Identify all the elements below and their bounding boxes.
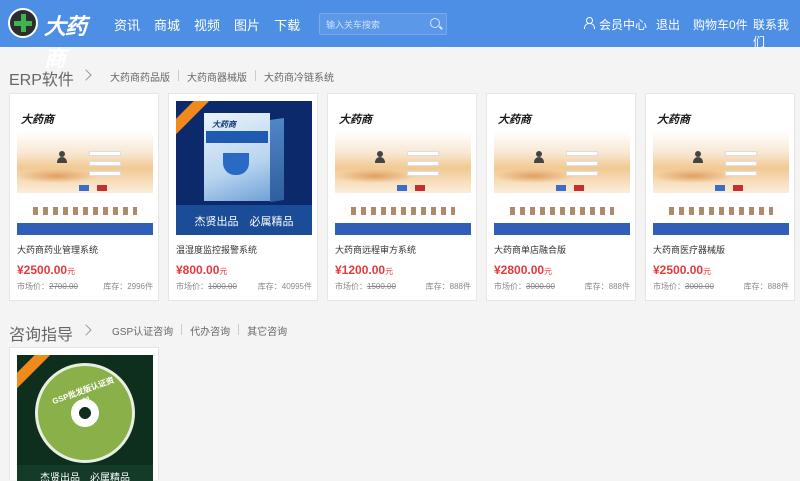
sub-link-drug-edition[interactable]: 大药商药品版 — [110, 69, 170, 84]
product-meta: 市场价：1000.00 库存：40995件 — [176, 282, 312, 291]
stock-count: 库存：888件 — [743, 282, 789, 291]
product-price: ¥1200.00元 — [335, 263, 394, 277]
product-thumbnail[interactable]: 大药商 — [335, 101, 471, 235]
cd-disc-icon — [35, 363, 135, 463]
thumb-logo: 大药商 — [21, 113, 54, 126]
person-icon — [375, 151, 385, 163]
member-center-link[interactable]: 会员中心 — [599, 16, 647, 33]
product-card[interactable]: 大药商 大药商远程审方系统 ¥1200.00元 市场价：1500.00 库存：8… — [327, 93, 477, 301]
logo-cross-icon — [8, 8, 38, 38]
contact-link[interactable]: 联系我们 — [753, 16, 800, 50]
nav-item-video[interactable]: 视频 — [194, 15, 220, 34]
erp-sub-links: 大药商药品版 大药商器械版 大药商冷链系统 — [110, 69, 334, 84]
nav-item-download[interactable]: 下载 — [274, 15, 300, 34]
product-card[interactable]: 大药商 大药商单店融合版 ¥2800.00元 市场价：3000.00 库存：88… — [486, 93, 636, 301]
product-meta: 市场价：3000.00 库存：888件 — [494, 282, 630, 291]
product-price: ¥2800.00元 — [494, 263, 553, 277]
search-icon[interactable] — [430, 18, 440, 28]
user-icon — [584, 17, 595, 29]
nav-item-news[interactable]: 资讯 — [114, 15, 140, 34]
logo-text: 大药商 — [44, 14, 87, 72]
product-name[interactable]: 温湿度监控报警系统 — [176, 243, 257, 256]
product-meta: 市场价：3000.00 库存：888件 — [653, 282, 789, 291]
product-meta: 市场价：2700.00 库存：2996件 — [17, 282, 153, 291]
person-icon — [693, 151, 703, 163]
product-thumbnail[interactable]: 大药商 — [494, 101, 630, 235]
divider — [255, 70, 256, 81]
market-price: 1000.00 — [208, 282, 237, 291]
divider — [181, 324, 183, 335]
thumb-slogan: 杰贤出品 必属精品 — [194, 216, 294, 228]
divider — [238, 324, 240, 335]
product-thumbnail[interactable]: 大药商 — [653, 101, 789, 235]
stock-count: 库存：2996件 — [103, 282, 153, 291]
chevron-right-icon[interactable] — [80, 324, 92, 336]
market-price: 3000.00 — [685, 282, 714, 291]
sub-link-cold-chain[interactable]: 大药商冷链系统 — [264, 69, 334, 84]
thumb-logo: 大药商 — [498, 113, 531, 126]
top-bar: 大药商 资讯 商城 视频 图片 下载 会员中心 退出 购物车0件 联系我们 — [0, 0, 800, 72]
person-icon — [534, 151, 544, 163]
nav-item-mall[interactable]: 商城 — [154, 15, 180, 34]
sub-link-device-edition[interactable]: 大药商器械版 — [187, 69, 247, 84]
product-card[interactable]: 大药商 大药商医疗器械版 ¥2500.00元 市场价：3000.00 库存：88… — [645, 93, 795, 301]
thumb-slogan: 杰贤出品 必属精品 — [40, 473, 130, 481]
market-price: 2700.00 — [49, 282, 78, 291]
stock-count: 库存：40995件 — [257, 282, 312, 291]
shield-icon — [223, 153, 249, 175]
product-price: ¥2500.00元 — [653, 263, 712, 277]
section-title-consulting[interactable]: 咨询指导 — [9, 321, 73, 345]
stock-count: 库存：888件 — [425, 282, 471, 291]
product-name[interactable]: 大药商医疗器械版 — [653, 243, 725, 256]
thumb-logo: 大药商 — [339, 113, 372, 126]
product-card[interactable]: 大药商 杰贤出品 必属精品 温湿度监控报警系统 ¥800.00元 市场价：100… — [168, 93, 318, 301]
product-name[interactable]: 大药商单店融合版 — [494, 243, 566, 256]
sub-link-other[interactable]: 其它咨询 — [247, 323, 287, 338]
sub-link-gsp[interactable]: GSP认证咨询 — [112, 323, 173, 338]
product-price: ¥800.00元 — [176, 263, 228, 277]
site-logo[interactable]: 大药商 — [8, 6, 98, 72]
market-price: 1500.00 — [367, 282, 396, 291]
section-title-erp[interactable]: ERP软件 — [9, 66, 74, 90]
product-thumbnail[interactable]: 大药商 杰贤出品 必属精品 — [176, 101, 312, 235]
product-meta: 市场价：1500.00 库存：888件 — [335, 282, 471, 291]
nav-item-images[interactable]: 图片 — [234, 15, 260, 34]
consulting-sub-links: GSP认证咨询 代办咨询 其它咨询 — [112, 323, 287, 338]
search-box — [319, 13, 447, 35]
market-price: 3000.00 — [526, 282, 555, 291]
cart-link[interactable]: 购物车0件 — [693, 16, 748, 33]
product-thumbnail[interactable]: GSP批发版认证资料 杰贤出品 必属精品 — [17, 355, 153, 481]
logout-link[interactable]: 退出 — [656, 16, 680, 33]
main-nav: 资讯 商城 视频 图片 下载 — [114, 15, 314, 34]
search-input[interactable] — [326, 17, 426, 32]
product-thumbnail[interactable]: 大药商 — [17, 101, 153, 235]
product-name[interactable]: 大药商远程审方系统 — [335, 243, 416, 256]
product-card[interactable]: 大药商 大药商药业管理系统 ¥2500.00元 市场价：2700.00 库存：2… — [9, 93, 159, 301]
product-price: ¥2500.00元 — [17, 263, 76, 277]
stock-count: 库存：888件 — [584, 282, 630, 291]
thumb-logo: 大药商 — [212, 120, 236, 129]
product-card[interactable]: GSP批发版认证资料 杰贤出品 必属精品 — [9, 347, 159, 481]
thumb-logo: 大药商 — [657, 113, 690, 126]
person-icon — [57, 151, 67, 163]
product-name[interactable]: 大药商药业管理系统 — [17, 243, 98, 256]
sub-link-agency[interactable]: 代办咨询 — [190, 323, 230, 338]
divider — [178, 70, 179, 81]
